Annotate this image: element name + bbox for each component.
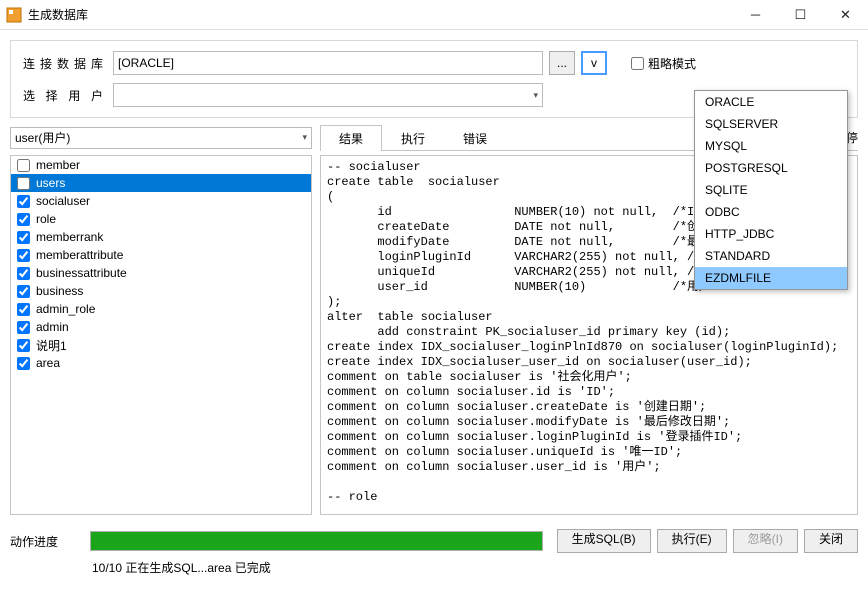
status-line: 10/10 正在生成SQL...area 已完成 <box>0 557 868 584</box>
list-item[interactable]: 说明1 <box>11 336 311 354</box>
list-item[interactable]: memberrank <box>11 228 311 246</box>
conn-label: 连接数据库 <box>23 55 113 72</box>
tab-error[interactable]: 错误 <box>444 125 506 151</box>
minimize-button[interactable]: ─ <box>733 0 778 30</box>
app-icon <box>6 7 22 23</box>
user-label: 选择用户 <box>23 87 113 104</box>
rough-mode-checkbox[interactable]: 粗略模式 <box>631 55 696 72</box>
conn-input[interactable]: [ORACLE] <box>113 51 543 75</box>
titlebar: 生成数据库 ─ ☐ ✕ <box>0 0 868 30</box>
list-item[interactable]: member <box>11 156 311 174</box>
tab-exec[interactable]: 执行 <box>382 125 444 151</box>
window-title: 生成数据库 <box>28 6 733 23</box>
dropdown-item[interactable]: MYSQL <box>695 135 847 157</box>
bottom-bar: 动作进度 生成SQL(B) 执行(E) 忽略(I) 关闭 <box>0 521 868 557</box>
progress-label: 动作进度 <box>10 533 90 550</box>
table-combo[interactable]: user(用户)▾ <box>10 127 312 149</box>
dropdown-item[interactable]: HTTP_JDBC <box>695 223 847 245</box>
list-item[interactable]: users <box>11 174 311 192</box>
dropdown-item[interactable]: EZDMLFILE <box>695 267 847 289</box>
list-item[interactable]: admin_role <box>11 300 311 318</box>
dbtype-dropdown-button[interactable]: v <box>581 51 607 75</box>
list-item[interactable]: businessattribute <box>11 264 311 282</box>
browse-button[interactable]: ... <box>549 51 575 75</box>
dropdown-item[interactable]: STANDARD <box>695 245 847 267</box>
dbtype-dropdown[interactable]: ORACLESQLSERVERMYSQLPOSTGRESQLSQLITEODBC… <box>694 90 848 290</box>
generate-sql-button[interactable]: 生成SQL(B) <box>557 529 651 553</box>
list-item[interactable]: memberattribute <box>11 246 311 264</box>
dropdown-item[interactable]: POSTGRESQL <box>695 157 847 179</box>
dropdown-item[interactable]: SQLSERVER <box>695 113 847 135</box>
user-select[interactable]: ▾ <box>113 83 543 107</box>
execute-button[interactable]: 执行(E) <box>657 529 727 553</box>
dropdown-item[interactable]: ORACLE <box>695 91 847 113</box>
chevron-down-icon: ▾ <box>533 90 538 101</box>
progress-bar <box>90 531 543 551</box>
table-list[interactable]: memberuserssocialuserrolememberrankmembe… <box>10 155 312 515</box>
dropdown-item[interactable]: ODBC <box>695 201 847 223</box>
maximize-button[interactable]: ☐ <box>778 0 823 30</box>
list-item[interactable]: area <box>11 354 311 372</box>
dropdown-item[interactable]: SQLITE <box>695 179 847 201</box>
list-item[interactable]: business <box>11 282 311 300</box>
ignore-button[interactable]: 忽略(I) <box>733 529 798 553</box>
list-item[interactable]: admin <box>11 318 311 336</box>
list-item[interactable]: socialuser <box>11 192 311 210</box>
close-dialog-button[interactable]: 关闭 <box>804 529 858 553</box>
close-button[interactable]: ✕ <box>823 0 868 30</box>
tab-result[interactable]: 结果 <box>320 125 382 151</box>
chevron-down-icon: ▾ <box>302 132 307 143</box>
list-item[interactable]: role <box>11 210 311 228</box>
